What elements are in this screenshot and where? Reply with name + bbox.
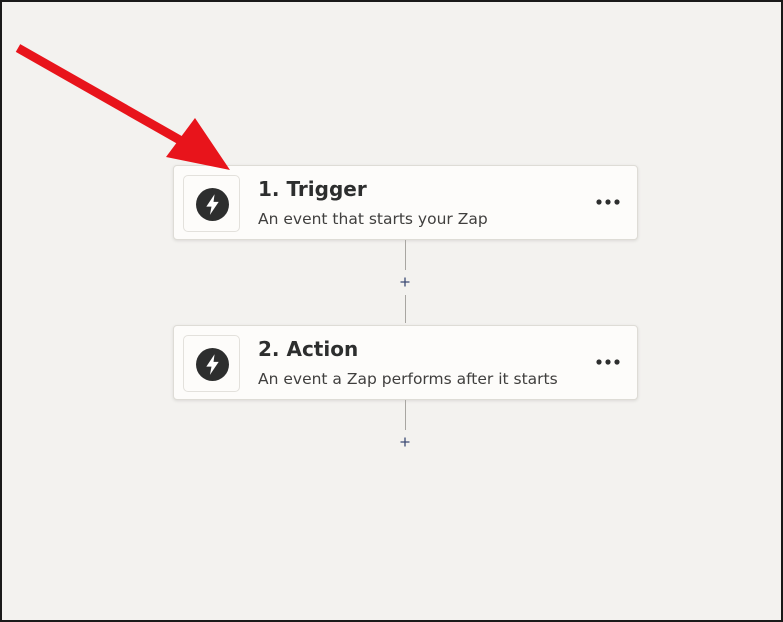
- trigger-step-description: An event that starts your Zap: [258, 210, 488, 228]
- action-step-title: 2. Action: [258, 337, 359, 361]
- add-step-end-plus-icon[interactable]: [397, 434, 413, 450]
- action-app-icon-box: [183, 335, 240, 392]
- action-step-description: An event a Zap performs after it starts: [258, 370, 558, 388]
- add-step-plus-icon[interactable]: [397, 274, 413, 290]
- trigger-app-icon-box: [183, 175, 240, 232]
- trigger-step-card[interactable]: 1. Trigger An event that starts your Zap: [173, 165, 638, 240]
- zap-editor-canvas: 1. Trigger An event that starts your Zap…: [0, 0, 783, 622]
- bolt-icon: [196, 188, 229, 221]
- red-arrow-icon: [15, 44, 230, 170]
- action-more-options-ellipsis-icon[interactable]: [593, 350, 623, 374]
- connector-line-end: [405, 400, 406, 430]
- action-step-card[interactable]: 2. Action An event a Zap performs after …: [173, 325, 638, 400]
- trigger-step-title: 1. Trigger: [258, 177, 367, 201]
- connector-line-top: [405, 240, 406, 270]
- trigger-more-options-ellipsis-icon[interactable]: [593, 190, 623, 214]
- bolt-icon: [196, 348, 229, 381]
- connector-line-bottom: [405, 295, 406, 323]
